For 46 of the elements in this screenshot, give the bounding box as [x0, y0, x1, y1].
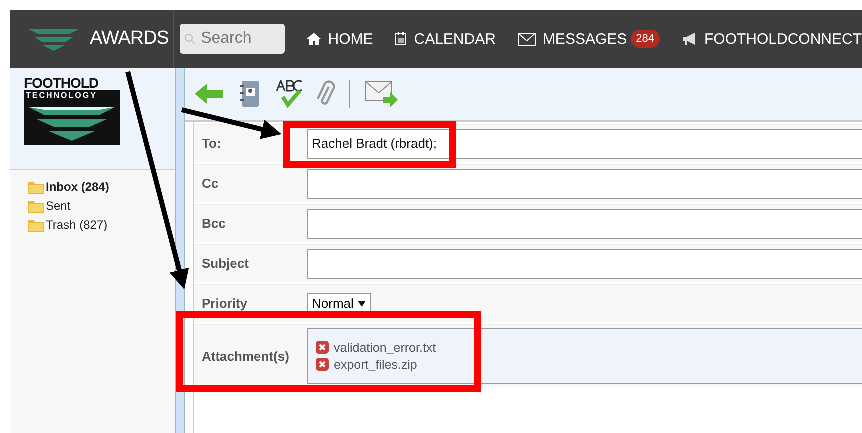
field-label: To: — [202, 136, 222, 151]
search-box[interactable]: Search — [180, 24, 286, 54]
count-badge: 284 — [631, 30, 660, 48]
field-label: Priority — [202, 296, 249, 311]
remove-button[interactable] — [316, 341, 329, 354]
nav-link[interactable]: CALENDAR — [395, 30, 496, 48]
spellcheck-icon — [275, 80, 303, 108]
logo-text: FOOTHOLD — [24, 76, 100, 90]
folder-icon — [28, 200, 44, 212]
file-name: export_files.zip — [334, 358, 418, 372]
folder-item[interactable]: Inbox (284) — [28, 180, 175, 194]
field-label: Cc — [202, 176, 220, 191]
folder-name: Inbox (284) — [46, 180, 110, 194]
logo-text: TECHNOLOGY — [24, 90, 120, 101]
nav-link[interactable]: FOOTHOLDCONNECT — [682, 30, 862, 48]
back-arrow-icon — [195, 83, 225, 105]
field-label: Bcc — [202, 216, 227, 231]
field-label: Attachment(s) — [202, 348, 290, 364]
brand-name: AWARDS — [90, 28, 169, 50]
logo-icon — [28, 27, 80, 51]
logo-chevrons-icon — [24, 101, 120, 145]
search-icon — [184, 33, 196, 45]
home-icon — [307, 32, 322, 46]
search-field[interactable]: Search — [199, 29, 284, 49]
folder-name: Trash (827) — [46, 218, 108, 232]
calendar-icon — [395, 32, 408, 46]
text-field[interactable] — [307, 248, 862, 278]
envelope-icon — [518, 32, 536, 46]
nav-link[interactable]: HOME — [307, 30, 374, 48]
send-mail-icon — [365, 79, 399, 109]
folder-item[interactable]: Trash (827) — [28, 218, 175, 232]
folder-name: Sent — [46, 199, 71, 213]
file-name: validation_error.txt — [334, 340, 436, 354]
text-field[interactable]: Rachel Bradt (rbradt); — [307, 128, 862, 158]
text-field[interactable] — [307, 168, 862, 198]
address-book-icon — [239, 80, 261, 108]
megaphone-icon — [682, 32, 698, 46]
folder-icon — [28, 218, 44, 232]
folder-icon — [28, 180, 44, 194]
field-label: Subject — [202, 256, 250, 271]
caret-icon — [358, 300, 366, 306]
folder-item[interactable]: Sent — [28, 199, 175, 213]
toolbar-separator — [349, 80, 351, 108]
nav-link[interactable]: MESSAGES 284 — [518, 30, 660, 48]
text-field[interactable] — [307, 208, 862, 238]
remove-button[interactable] — [316, 358, 329, 371]
